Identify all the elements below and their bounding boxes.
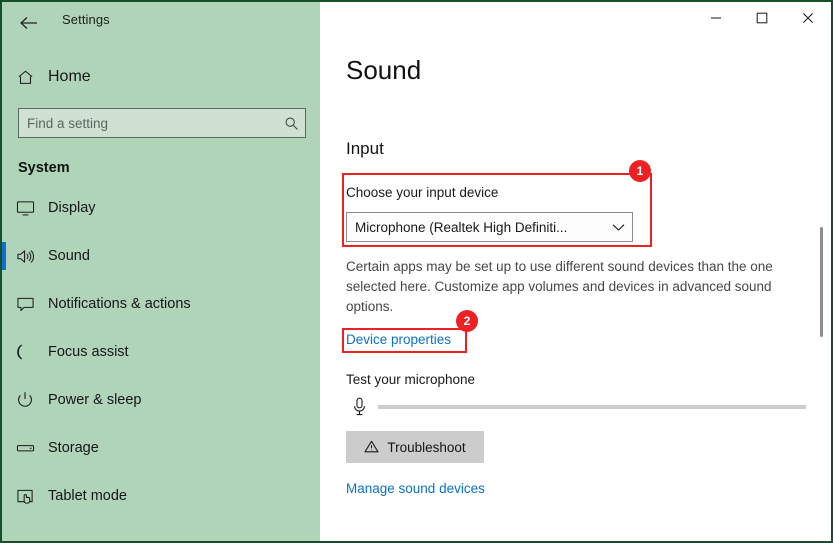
monitor-icon <box>2 200 48 217</box>
input-section-description: Certain apps may be set up to use differ… <box>346 259 773 314</box>
sidebar-titlebar: Settings <box>2 2 320 44</box>
drive-icon <box>2 441 48 455</box>
back-button[interactable] <box>12 7 46 39</box>
sidebar-item-display-label: Display <box>48 200 96 216</box>
sidebar-nav-list: Display Sound Notifications & actions Fo… <box>2 184 320 520</box>
power-icon <box>2 391 48 409</box>
selection-accent-bar <box>2 242 6 270</box>
microphone-icon <box>346 397 372 417</box>
window-title: Settings <box>62 12 110 27</box>
search-icon[interactable] <box>277 116 305 131</box>
input-section-heading: Input <box>346 139 384 158</box>
troubleshoot-button[interactable]: Troubleshoot <box>346 431 484 463</box>
search-box[interactable] <box>18 108 306 138</box>
sidebar-item-sound[interactable]: Sound <box>2 232 320 280</box>
choose-input-device-label: Choose your input device <box>346 185 499 200</box>
sidebar-item-tablet-mode[interactable]: Tablet mode <box>2 472 320 520</box>
selection-accent-bar <box>2 194 6 222</box>
settings-window: Settings Home System <box>0 0 833 543</box>
selection-accent-bar <box>2 290 6 318</box>
sidebar-item-notifications-and-actions[interactable]: Notifications & actions <box>2 280 320 328</box>
sidebar-item-storage-label: Storage <box>48 440 99 456</box>
sidebar-item-notifications-label: Notifications & actions <box>48 296 191 312</box>
window-controls <box>693 2 831 34</box>
sidebar-item-home-label: Home <box>48 68 91 85</box>
sidebar-item-focus-assist[interactable]: Focus assist <box>2 328 320 376</box>
sidebar-item-power-and-sleep-label: Power & sleep <box>48 392 142 408</box>
test-microphone-label: Test your microphone <box>346 372 476 387</box>
microphone-level-track <box>378 405 806 409</box>
tablet-hand-icon <box>2 488 48 505</box>
sidebar-item-tablet-mode-label: Tablet mode <box>48 488 127 504</box>
speaker-icon <box>2 248 48 265</box>
input-device-selected-value: Microphone (Realtek High Definiti... <box>355 219 568 235</box>
sidebar-group-header: System <box>18 160 70 176</box>
microphone-level-meter <box>346 395 806 419</box>
content-scrollbar[interactable] <box>815 2 827 541</box>
home-icon <box>2 69 48 86</box>
sidebar-item-storage[interactable]: Storage <box>2 424 320 472</box>
selection-accent-bar <box>2 386 6 414</box>
sidebar-item-power-and-sleep[interactable]: Power & sleep <box>2 376 320 424</box>
manage-sound-devices-link[interactable]: Manage sound devices <box>346 481 485 496</box>
sidebar-item-display[interactable]: Display <box>2 184 320 232</box>
search-input[interactable] <box>19 115 277 131</box>
selection-accent-bar <box>2 338 6 366</box>
maximize-button[interactable] <box>739 2 785 34</box>
selection-accent-bar <box>2 482 6 510</box>
sidebar-item-home[interactable]: Home <box>2 60 320 94</box>
moon-icon <box>2 343 48 361</box>
sidebar: Settings Home System <box>2 2 320 541</box>
scrollbar-thumb[interactable] <box>820 227 823 337</box>
annotation-badge-2: 2 <box>456 310 478 332</box>
annotation-badge-1: 1 <box>629 160 651 182</box>
chat-bubble-icon <box>2 296 48 313</box>
input-device-dropdown[interactable]: Microphone (Realtek High Definiti... <box>346 212 633 242</box>
device-properties-link[interactable]: Device properties <box>346 332 451 347</box>
selection-accent-bar <box>2 434 6 462</box>
chevron-down-icon <box>604 223 632 232</box>
sidebar-item-focus-assist-label: Focus assist <box>48 344 129 360</box>
page-title: Sound <box>346 55 422 85</box>
troubleshoot-button-label: Troubleshoot <box>387 439 466 455</box>
content-pane: Sound Input Choose your input device Mic… <box>320 2 831 541</box>
warning-triangle-icon <box>364 440 379 455</box>
minimize-button[interactable] <box>693 2 739 34</box>
sidebar-item-sound-label: Sound <box>48 248 90 264</box>
